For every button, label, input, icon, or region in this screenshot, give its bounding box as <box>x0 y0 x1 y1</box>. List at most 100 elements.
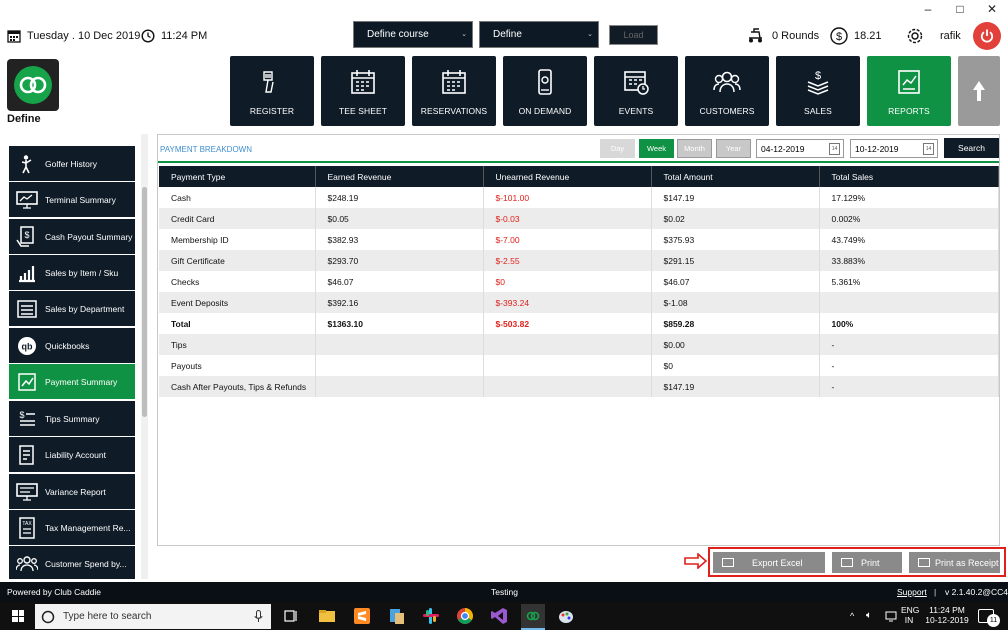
clock-date: 10-12-2019 <box>925 615 969 625</box>
archive-app-icon[interactable] <box>388 607 406 625</box>
sidebar-item-golfer-history[interactable]: Golfer History <box>9 146 135 181</box>
sidebar-item-customer-spend[interactable]: Customer Spend by... <box>9 546 135 579</box>
column-header[interactable]: Earned Revenue <box>315 166 484 187</box>
sidebar-item-label: Payment Summary <box>45 376 118 387</box>
sidebar-item-sales-by-item[interactable]: Sales by Item / Sku <box>9 255 135 290</box>
maximize-button[interactable]: □ <box>944 0 976 20</box>
language-code: ENG <box>901 605 920 615</box>
define-select[interactable]: Define ⌄ <box>479 21 599 48</box>
gear-icon[interactable] <box>906 27 924 45</box>
list-icon <box>15 297 39 321</box>
sidebar-item-label: Golfer History <box>45 158 97 169</box>
network-icon[interactable] <box>885 610 897 624</box>
course-select[interactable]: Define course ⌄ <box>353 21 473 48</box>
power-button[interactable] <box>973 22 1001 50</box>
minimize-button[interactable]: – <box>912 0 944 20</box>
table-cell: Checks <box>159 271 316 292</box>
nav-on-demand[interactable]: ON DEMAND <box>503 56 587 126</box>
sidebar-item-cash-payout-summary[interactable]: $ Cash Payout Summary <box>9 219 135 254</box>
nav-events[interactable]: EVENTS <box>594 56 678 126</box>
sidebar-item-sales-by-department[interactable]: Sales by Department <box>9 291 135 326</box>
tray-chevron-icon[interactable]: ^ <box>850 611 854 621</box>
microphone-icon[interactable] <box>254 610 263 623</box>
support-link[interactable]: Support <box>897 587 927 597</box>
slack-icon[interactable] <box>422 607 440 625</box>
monitor-icon <box>15 188 39 212</box>
table-row[interactable]: Gift Certificate $293.70 $-2.55 $291.15 33.8… <box>159 250 999 271</box>
table-row[interactable]: Cash $248.19 $-101.00 $147.19 17.129% <box>159 187 999 208</box>
nav-tee-sheet[interactable]: TEE SHEET <box>321 56 405 126</box>
report-sidebar: Golfer History Terminal Summary $ Cash P… <box>0 134 153 579</box>
define-select-value: Define <box>493 29 522 40</box>
sublime-text-icon[interactable] <box>353 607 371 625</box>
table-row[interactable]: Checks $46.07 $0 $46.07 5.361% <box>159 271 999 292</box>
course-select-value: Define course <box>367 29 429 40</box>
table-row[interactable]: Event Deposits $392.16 $-393.24 $-1.08 <box>159 292 999 313</box>
club-logo[interactable] <box>7 59 59 111</box>
period-month-button[interactable]: Month <box>677 139 712 158</box>
taskbar-search[interactable]: Type here to search <box>35 604 271 629</box>
task-view-icon[interactable] <box>282 607 300 625</box>
table-row[interactable]: Total $1363.10 $-503.82 $859.28 100% <box>159 313 999 334</box>
nav-register[interactable]: REGISTER <box>230 56 314 126</box>
sidebar-item-tips-summary[interactable]: $ Tips Summary <box>9 401 135 436</box>
visual-studio-icon[interactable] <box>490 607 508 625</box>
column-header[interactable]: Payment Type <box>159 166 316 187</box>
nav-sales[interactable]: $ SALES <box>776 56 860 126</box>
arrow-up-icon <box>973 81 985 101</box>
sidebar-scrollbar-thumb[interactable] <box>142 187 147 417</box>
column-header[interactable]: Unearned Revenue <box>483 166 652 187</box>
table-row[interactable]: Cash After Payouts, Tips & Refunds $147.1… <box>159 376 999 397</box>
table-cell: - <box>819 376 999 397</box>
print-receipt-button[interactable]: Print as Receipt <box>909 552 1000 573</box>
sidebar-item-variance-report[interactable]: Variance Report <box>9 474 135 509</box>
taskbar-clock[interactable]: 11:24 PM 10-12-2019 <box>922 605 972 625</box>
column-header[interactable]: Total Amount <box>651 166 820 187</box>
logo-label: Define <box>7 113 41 125</box>
sidebar-item-liability-account[interactable]: Liability Account <box>9 437 135 472</box>
table-row[interactable]: Tips $0.00- <box>159 334 999 355</box>
print-button[interactable]: Print <box>832 552 902 573</box>
table-row[interactable]: Credit Card $0.05 $-0.03 $0.02 0.002% <box>159 208 999 229</box>
calendar-icon[interactable]: 14 <box>829 143 840 155</box>
money-stack-icon: $ <box>807 70 829 95</box>
chrome-icon[interactable] <box>456 607 474 625</box>
search-button[interactable]: Search <box>944 138 999 158</box>
nav-reports[interactable]: REPORTS <box>867 56 951 126</box>
calendar-icon <box>7 30 21 43</box>
table-row[interactable]: Membership ID $382.93 $-7.00 $375.93 43.749% <box>159 229 999 250</box>
input-language[interactable]: ENG IN <box>901 605 920 625</box>
calendar-icon[interactable]: 14 <box>923 143 934 155</box>
golf-cart-icon <box>749 28 762 43</box>
windows-start-icon[interactable] <box>12 610 24 622</box>
golfer-icon <box>15 152 39 176</box>
scroll-up-button[interactable] <box>958 56 1000 126</box>
period-year-button[interactable]: Year <box>716 139 751 158</box>
period-week-button[interactable]: Week <box>639 139 674 158</box>
sidebar-item-tax-management[interactable]: TAX Tax Management Re... <box>9 510 135 545</box>
sidebar-item-quickbooks[interactable]: qb Quickbooks <box>9 328 135 363</box>
table-cell: $-101.00 <box>483 187 652 208</box>
volume-icon[interactable]: 🔈︎ <box>866 610 872 621</box>
sidebar-item-terminal-summary[interactable]: Terminal Summary <box>9 182 135 217</box>
nav-customers[interactable]: CUSTOMERS <box>685 56 769 126</box>
notifications-icon[interactable]: 11 <box>978 609 1000 627</box>
nav-label: SALES <box>804 106 832 116</box>
table-cell: Tips <box>159 334 316 355</box>
table-row[interactable]: Payouts $0- <box>159 355 999 376</box>
end-date-input[interactable]: 10-12-2019 14 <box>850 139 938 158</box>
table-cell: Credit Card <box>159 208 316 229</box>
close-button[interactable]: ✕ <box>976 0 1008 20</box>
sidebar-item-payment-summary[interactable]: Payment Summary <box>9 364 135 399</box>
export-excel-button[interactable]: Export Excel <box>713 552 825 573</box>
table-cell <box>315 355 484 376</box>
paint-icon[interactable] <box>557 607 575 625</box>
start-date-input[interactable]: 04-12-2019 14 <box>756 139 844 158</box>
period-day-button[interactable]: Day <box>600 139 635 158</box>
column-header[interactable]: Total Sales <box>819 166 999 187</box>
load-button[interactable]: Load <box>609 25 658 45</box>
nav-reservations[interactable]: RESERVATIONS <box>412 56 496 126</box>
club-caddie-taskbar-icon[interactable] <box>521 604 545 628</box>
customers-icon <box>713 71 741 93</box>
file-explorer-icon[interactable] <box>318 607 336 625</box>
